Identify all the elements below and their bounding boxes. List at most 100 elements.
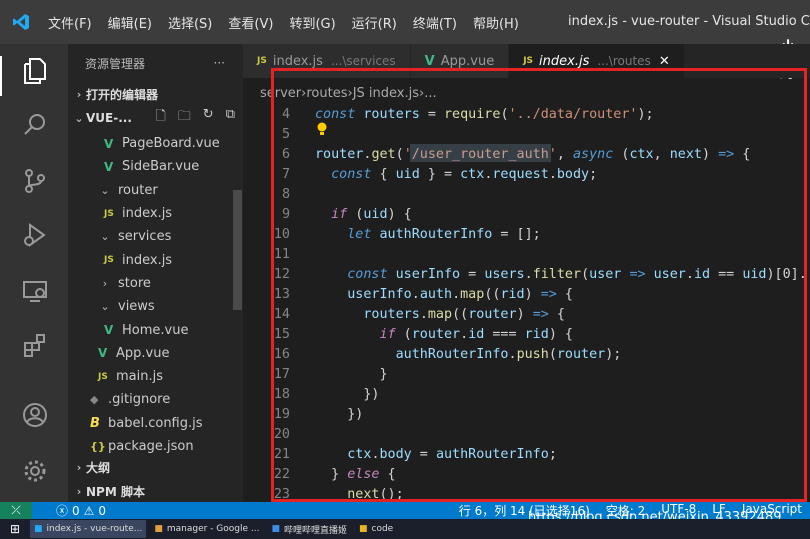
taskbar-item[interactable]: ■ 哔哩哔哩直播姬 [267, 520, 351, 538]
vue-file-icon: V [424, 53, 435, 69]
js-file-icon: JS [98, 371, 108, 382]
folder-item[interactable]: › store [68, 272, 243, 295]
json-file-icon: {} [90, 440, 106, 453]
chevron-down-icon: ⌄ [100, 300, 110, 314]
menu-item[interactable]: 帮助(H) [473, 13, 519, 32]
explorer-sidebar: 资源管理器 ··· › 打开的编辑器 ⌄ VUE-... 🗋 🗀 ↻ ⧉ V Pa… [68, 44, 243, 502]
new-folder-icon[interactable]: 🗀 [178, 107, 191, 129]
js-file-icon: JS [257, 56, 267, 66]
menu-item[interactable]: 转到(G) [289, 13, 335, 32]
menu-item[interactable]: 选择(S) [168, 13, 212, 32]
npm-scripts-section[interactable]: › NPM 脚本 [68, 479, 243, 503]
vue-file-icon: V [104, 159, 114, 174]
chevron-right-icon: › [102, 276, 108, 290]
file-item[interactable]: ◆ .gitignore [68, 388, 243, 411]
taskbar-item[interactable]: ■ index.js - vue-route... [30, 520, 147, 538]
warning-count: 0 [98, 503, 107, 518]
taskbar-label: code [371, 524, 394, 534]
activity-bar [0, 44, 68, 502]
tree-item-label: index.js [122, 252, 173, 268]
tree-item-label: package.json [108, 439, 194, 454]
chevron-down-icon: ⌄ [100, 230, 110, 244]
file-item[interactable]: JS index.js [68, 202, 243, 225]
git-file-icon: ◆ [90, 393, 99, 407]
menu-item[interactable]: 文件(F) [48, 13, 92, 32]
file-item[interactable]: V SideBar.vue [68, 155, 243, 178]
remote-indicator[interactable]: ⤫ [0, 502, 32, 519]
outline-section[interactable]: › 大纲 [68, 455, 243, 479]
close-icon[interactable]: ✕ [659, 54, 670, 69]
file-item[interactable]: JS main.js [68, 365, 243, 388]
remote-explorer-icon[interactable] [20, 276, 50, 306]
tab-label: index.js [272, 53, 323, 69]
chevron-right-icon: › [76, 460, 82, 474]
project-section[interactable]: ⌄ VUE-... 🗋 🗀 ↻ ⧉ [68, 106, 243, 130]
error-icon: ⓧ [56, 504, 69, 518]
folder-item[interactable]: ⌄ router [68, 179, 243, 202]
problems-indicator[interactable]: ⓧ 0 ⚠ 0 [56, 502, 106, 519]
taskbar-label: manager - Google ... [166, 524, 260, 534]
source-control-icon[interactable] [20, 166, 50, 196]
tree-item-label: main.js [116, 369, 163, 385]
open-editors-label: 打开的编辑器 [86, 87, 159, 102]
taskbar-item[interactable]: ■ manager - Google ... [150, 520, 263, 538]
collapse-all-icon[interactable]: ⧉ [226, 107, 235, 129]
babel-file-icon: B [90, 415, 100, 431]
file-item[interactable]: V PageBoard.vue [68, 132, 243, 155]
tab-path: ...\routes [597, 54, 651, 68]
new-file-icon[interactable]: 🗋 [155, 107, 165, 129]
run-debug-icon[interactable] [20, 220, 50, 250]
outline-label: 大纲 [86, 460, 111, 475]
taskbar-label: index.js - vue-route... [46, 524, 143, 534]
js-file-icon: JS [523, 56, 534, 66]
folder-item[interactable]: ⌄ views [68, 295, 243, 318]
tree-item-label: .gitignore [108, 392, 171, 408]
folder-item[interactable]: ⌄ services [68, 225, 243, 248]
title-bar: 文件(F) 编辑(E) 选择(S) 查看(V) 转到(G) 运行(R) 终端(T) 帮助(H)… [0, 0, 810, 81]
search-icon[interactable] [20, 110, 50, 140]
menu-bar: 文件(F) 编辑(E) 选择(S) 查看(V) 转到(G) 运行(R) 终端(T) 帮助(H) [42, 13, 529, 32]
sidebar-scrollbar[interactable] [233, 190, 242, 310]
tree-item-label: babel.config.js [108, 415, 203, 431]
tab-path: ...\services [330, 54, 396, 68]
vue-file-icon: V [98, 346, 108, 361]
chevron-right-icon: › [76, 87, 82, 101]
file-tree: V PageBoard.vue V SideBar.vue ⌄ router JS index… [68, 132, 243, 458]
tree-item-label: App.vue [116, 345, 170, 361]
file-item[interactable]: JS index.js [68, 248, 243, 271]
app-icon: ■ [154, 524, 163, 534]
warning-icon: ⚠ [83, 503, 95, 518]
explorer-title: 资源管理器 [85, 56, 146, 71]
open-editors-section[interactable]: › 打开的编辑器 [68, 82, 243, 106]
explorer-icon[interactable] [20, 56, 50, 86]
file-item[interactable]: Bbabel.config.js [68, 412, 243, 435]
tree-item-label: index.js [122, 206, 173, 222]
more-actions-icon[interactable]: ··· [214, 56, 225, 70]
menu-item[interactable]: 运行(R) [352, 13, 397, 32]
tree-item-label: router [118, 182, 158, 198]
tree-item-label: SideBar.vue [122, 159, 200, 175]
gear-icon[interactable] [20, 456, 50, 486]
vscode-logo-icon [0, 0, 42, 44]
tab-label: App.vue [440, 53, 495, 69]
windows-start-icon[interactable]: ⊞ [0, 522, 30, 536]
app-icon: ■ [34, 524, 43, 534]
tree-item-label: views [118, 299, 155, 315]
file-item[interactable]: V Home.vue [68, 318, 243, 341]
account-icon[interactable] [20, 400, 50, 430]
file-item[interactable]: V App.vue [68, 342, 243, 365]
menu-item[interactable]: 编辑(E) [108, 13, 152, 32]
menu-item[interactable]: 终端(T) [413, 13, 457, 32]
tree-item-label: Home.vue [122, 322, 189, 338]
menu-item[interactable]: 查看(V) [228, 13, 273, 32]
error-count: 0 [72, 503, 80, 518]
js-file-icon: JS [104, 255, 114, 266]
vue-file-icon: V [104, 136, 114, 151]
refresh-icon[interactable]: ↻ [203, 107, 214, 129]
annotation-box [271, 68, 807, 502]
taskbar-item[interactable]: ■ code [355, 520, 397, 538]
extensions-icon[interactable] [20, 330, 50, 360]
taskbar: ⊞ ■ index.js - vue-route... ■ manager - Goo… [0, 519, 810, 539]
project-label: VUE-... [86, 111, 132, 125]
app-icon: ■ [359, 524, 368, 534]
